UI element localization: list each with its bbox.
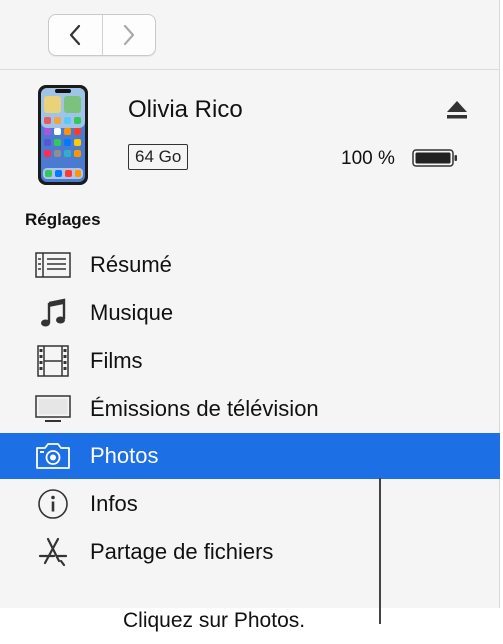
callout-line [379,478,381,624]
iphone-icon [38,85,88,185]
summary-list-icon [33,250,73,280]
sidebar-item-info[interactable]: Infos [0,481,500,527]
navigation-buttons [48,14,156,56]
camera-icon [33,441,73,471]
callout-text: Cliquez sur Photos. [123,609,306,632]
forward-button[interactable] [101,15,156,55]
tv-icon [33,394,73,424]
sidebar-item-label: Émissions de télévision [90,396,319,421]
sidebar-item-photos[interactable]: Photos [0,433,500,479]
device-panel: Olivia Rico 64 Go 100 % Réglages Résumé [0,0,500,608]
sidebar-item-label: Partage de fichiers [90,539,274,564]
sidebar-item-label: Musique [90,300,174,325]
back-button[interactable] [49,15,102,55]
battery-percentage: 100 % [341,148,395,169]
device-name: Olivia Rico [128,96,243,123]
sidebar-item-music[interactable]: Musique [0,290,500,336]
sidebar-item-file-sharing[interactable]: Partage de fichiers [0,529,500,575]
film-strip-icon [33,345,73,377]
toolbar [0,0,500,70]
sidebar-item-summary[interactable]: Résumé [0,242,500,288]
capacity-badge: 64 Go [128,144,189,170]
eject-icon[interactable] [445,100,469,120]
chevron-right-icon [123,24,134,46]
info-icon [33,489,73,519]
chevron-left-icon [70,24,81,46]
section-title-settings: Réglages [25,210,101,229]
sidebar-item-films[interactable]: Films [0,338,500,384]
sidebar-item-label: Infos [90,491,138,516]
sidebar-item-label: Films [90,348,143,373]
app-store-icon [33,537,73,567]
sidebar-item-tv-shows[interactable]: Émissions de télévision [0,386,500,432]
battery-icon [412,149,457,167]
music-note-icon [33,298,73,328]
sidebar-item-label: Photos [90,443,159,468]
sidebar-item-label: Résumé [90,252,172,277]
